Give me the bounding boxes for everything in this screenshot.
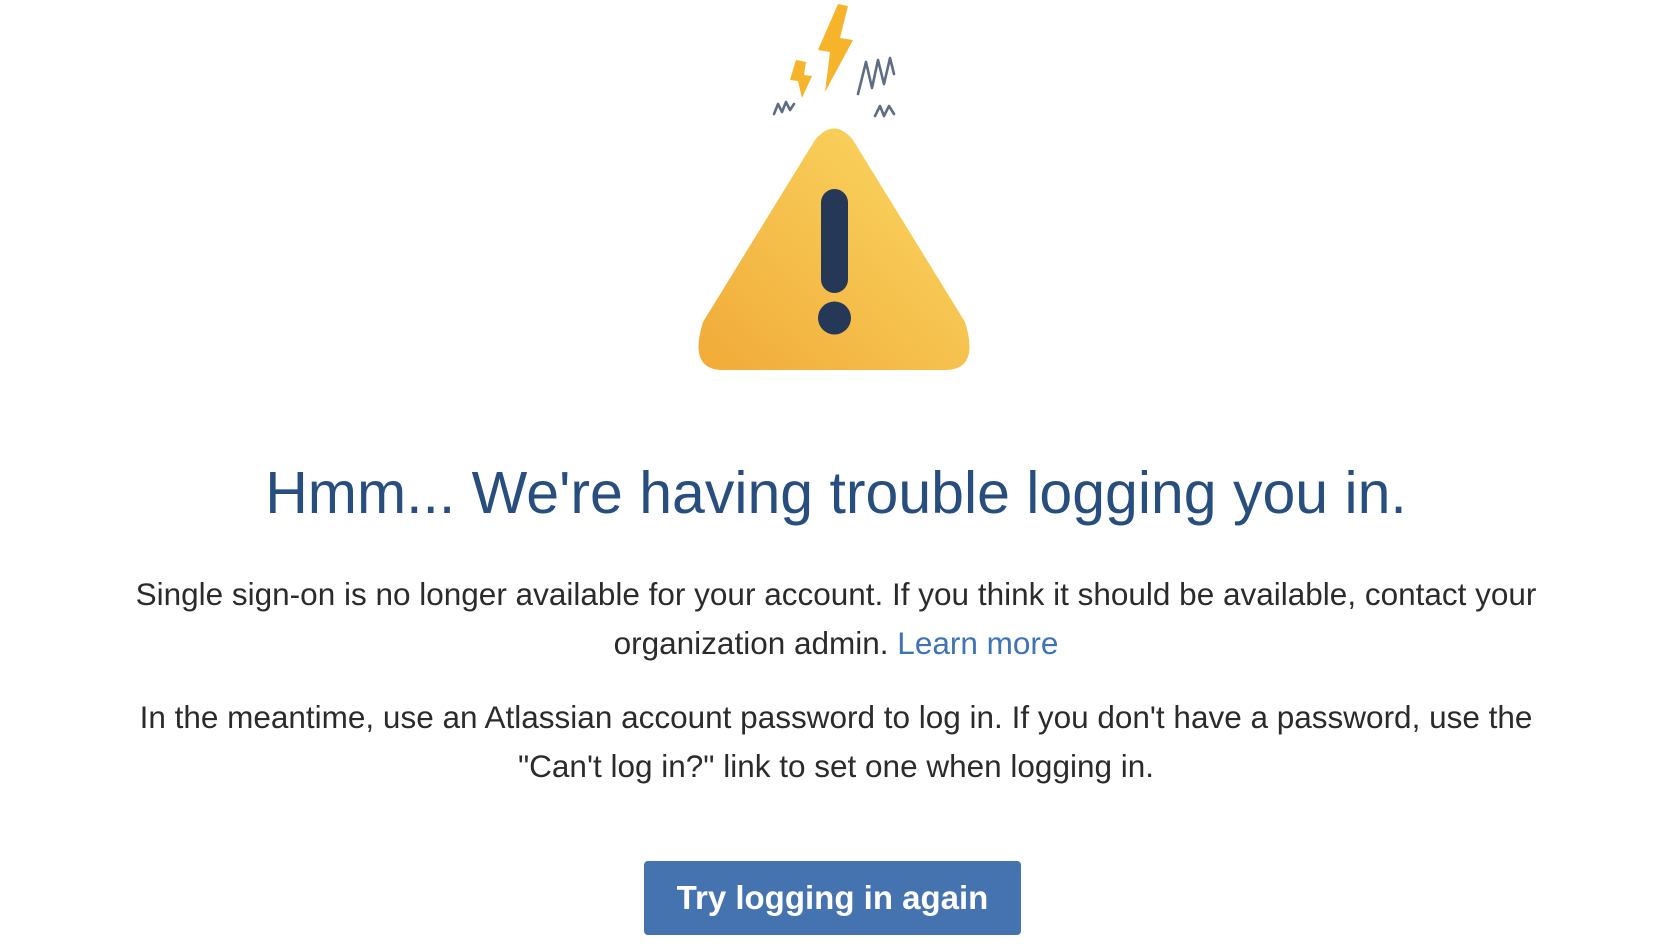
exclamation-bar: [821, 189, 848, 293]
login-error-page: Hmm... We're having trouble logging you …: [0, 0, 1672, 946]
sso-unavailable-text: Single sign-on is no longer available fo…: [135, 576, 1537, 661]
page-title: Hmm... We're having trouble logging you …: [265, 460, 1407, 526]
lightning-bolt-icon: [818, 4, 853, 92]
password-instructions: In the meantime, use an Atlassian accoun…: [139, 699, 1533, 784]
warning-triangle-icon: [698, 4, 970, 370]
sso-unavailable-message: Single sign-on is no longer available fo…: [96, 570, 1576, 668]
learn-more-link[interactable]: Learn more: [897, 625, 1058, 661]
small-lightning-bolt-icon: [790, 60, 812, 98]
try-logging-in-again-button[interactable]: Try logging in again: [644, 861, 1021, 935]
exclamation-dot: [818, 301, 851, 335]
